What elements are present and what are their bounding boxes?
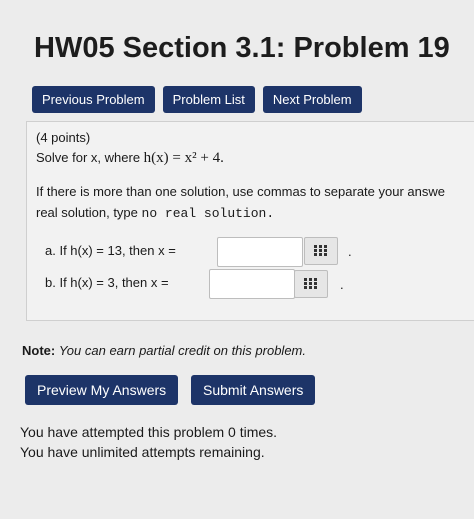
part-a-label: a. If h(x) = 13, then x = xyxy=(45,243,176,258)
note-text: You can earn partial credit on this prob… xyxy=(58,343,306,358)
solve-prefix: Solve for x, where xyxy=(36,150,144,165)
partial-credit-note: Note: You can earn partial credit on thi… xyxy=(22,343,306,358)
instructions-line1: If there is more than one solution, use … xyxy=(36,184,445,199)
problem-list-button[interactable]: Problem List xyxy=(162,86,255,113)
part-b-label: b. If h(x) = 3, then x = xyxy=(45,275,169,290)
note-label: Note: xyxy=(22,343,56,358)
instructions-line2: real solution, type no real solution. xyxy=(36,205,274,221)
keypad-icon xyxy=(314,245,327,256)
next-problem-button[interactable]: Next Problem xyxy=(262,86,362,113)
attempts-status: You have attempted this problem 0 times. xyxy=(20,424,278,440)
submit-answers-button[interactable]: Submit Answers xyxy=(191,375,316,405)
instructions-prefix: real solution, type xyxy=(36,205,142,220)
preview-answers-button[interactable]: Preview My Answers xyxy=(25,375,179,405)
answer-b-input[interactable] xyxy=(209,269,295,299)
page-title: HW05 Section 3.1: Problem 19 xyxy=(34,32,450,64)
part-b-period: . xyxy=(340,277,344,292)
answer-a-input[interactable] xyxy=(217,237,303,267)
answer-b-equation-editor-button[interactable] xyxy=(294,270,328,298)
answer-a-equation-editor-button[interactable] xyxy=(304,237,338,265)
problem-statement: Solve for x, where h(x) = x² + 4. xyxy=(36,150,224,167)
keypad-icon xyxy=(304,278,317,289)
no-real-solution-code: no real solution. xyxy=(141,206,275,221)
attempts-remaining: You have unlimited attempts remaining. xyxy=(20,444,265,460)
problem-points: (4 points) xyxy=(36,130,91,145)
previous-problem-button[interactable]: Previous Problem xyxy=(32,86,155,113)
part-a-period: . xyxy=(348,244,352,259)
function-definition: h(x) = x² + 4. xyxy=(143,150,224,166)
problem-nav: Previous Problem Problem List Next Probl… xyxy=(32,86,362,113)
